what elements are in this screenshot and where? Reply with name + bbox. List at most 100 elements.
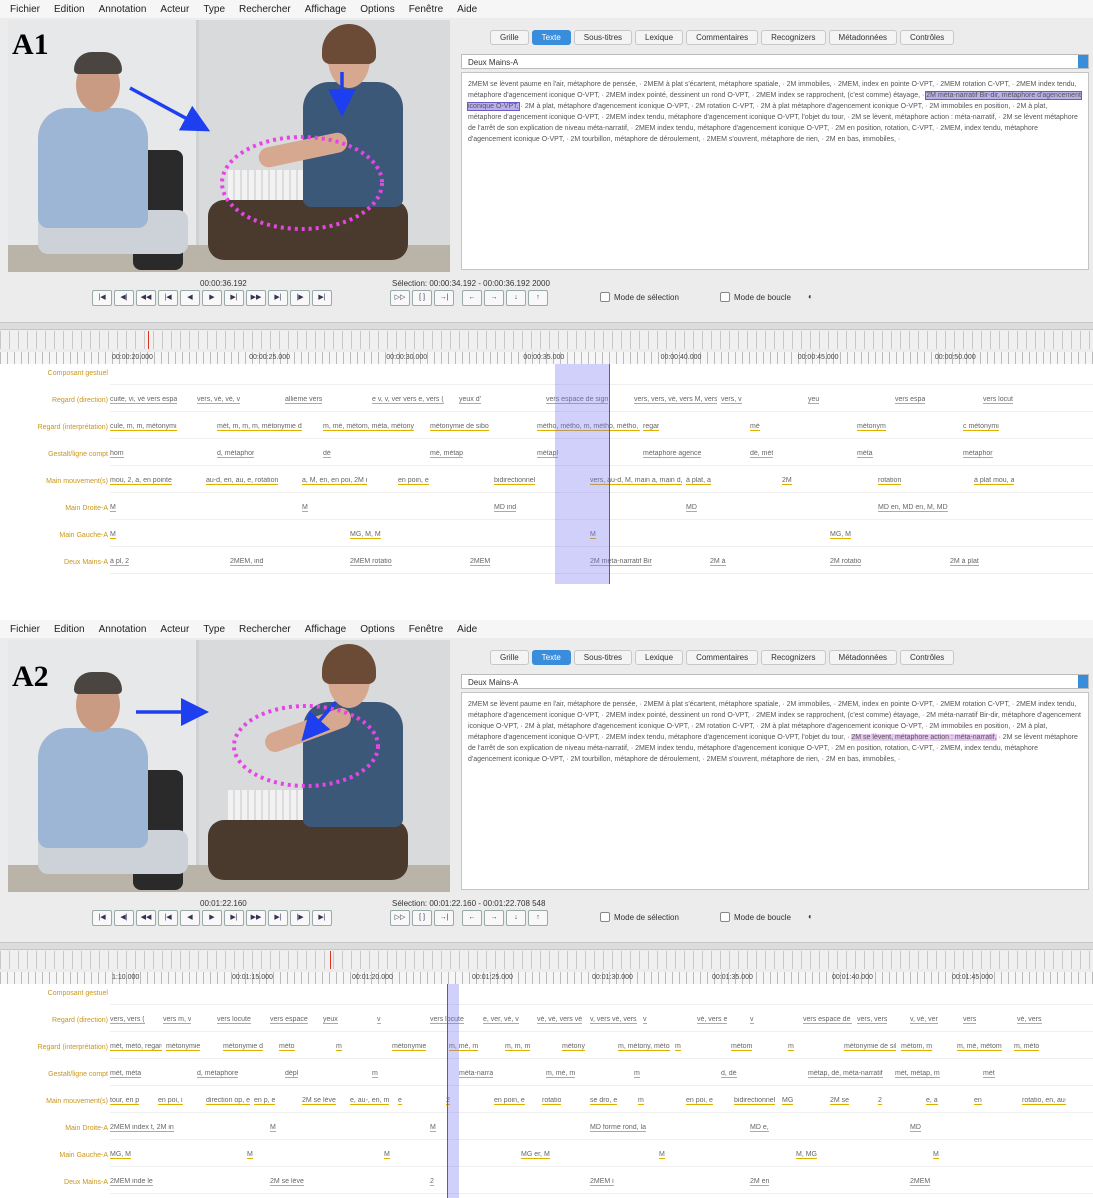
go-selection-button[interactable]: →| [434, 290, 454, 306]
annotation[interactable]: se dro, e [590, 1097, 618, 1105]
annotation[interactable]: 2M à plat [950, 558, 979, 566]
annotation[interactable]: 2MEM [910, 1178, 931, 1186]
menu-annotation[interactable]: Annotation [99, 624, 147, 635]
tab-texte[interactable]: Texte [531, 30, 571, 45]
menu-aide[interactable]: Aide [457, 4, 477, 15]
tab-lexique[interactable]: Lexique [635, 650, 684, 665]
annotation[interactable]: vé, vers [1017, 1016, 1042, 1024]
annotation[interactable]: v [643, 1016, 647, 1024]
annotation[interactable]: mét, m, m, m, métonymie d [217, 423, 302, 431]
annotation[interactable]: vers locut [983, 396, 1013, 404]
annotation[interactable]: mét, métó, regard [110, 1043, 162, 1051]
annotation[interactable]: yeux [323, 1016, 338, 1024]
tier-row[interactable]: mét, méta d, métaphore dépl m méta-narra m, m… [110, 1067, 1093, 1086]
annotation[interactable]: 2M [782, 477, 792, 485]
annotation[interactable]: m [336, 1043, 342, 1051]
annotation[interactable]: métom, m [901, 1043, 933, 1051]
splitter[interactable] [0, 942, 1093, 950]
annotation[interactable]: MD ind [494, 504, 517, 512]
tab-sous-titres[interactable]: Sous-titres [573, 30, 633, 45]
tier-label[interactable]: Main Droite-A [4, 505, 108, 512]
next-second-button[interactable]: ▶| [268, 290, 288, 306]
tier-select[interactable]: Deux Mains-A [461, 54, 1089, 69]
annotation[interactable]: méta-narra [459, 1070, 494, 1078]
annotation[interactable]: 2MEM i [590, 1178, 614, 1186]
tab-recognizers[interactable]: Recognizers [761, 650, 826, 665]
tier-row[interactable]: MG, M M M MG er, M M M, MG M [110, 1148, 1093, 1167]
time-ruler[interactable] [0, 972, 1093, 984]
annotation[interactable]: méta [857, 450, 873, 458]
annotation[interactable]: vers m, v [163, 1016, 192, 1024]
annotation[interactable]: M [110, 504, 116, 512]
annotation[interactable]: métonymie [392, 1043, 427, 1051]
tier-row[interactable]: 2MEM index t, 2M in M M MD forme rond, la MD… [110, 1121, 1093, 1140]
annotation[interactable]: M [247, 1151, 253, 1159]
annotation[interactable]: rotatio [542, 1097, 562, 1105]
annotation[interactable]: e, au-, en, m [350, 1097, 390, 1105]
tier-label[interactable]: Composant gestuel [4, 990, 108, 997]
annotation[interactable]: à pl, 2 [110, 558, 130, 566]
tier-label[interactable]: Composant gestuel [4, 370, 108, 377]
annotation[interactable]: d, métaphore [197, 1070, 239, 1078]
annotation[interactable]: m [788, 1043, 794, 1051]
tab-commentaires[interactable]: Commentaires [686, 650, 759, 665]
annotation[interactable]: méto [279, 1043, 295, 1051]
tier-up-button[interactable]: ↑ [528, 290, 548, 306]
annotation[interactable]: MG er, M [521, 1151, 550, 1159]
annotation[interactable]: en poi, e [686, 1097, 713, 1105]
tier-select[interactable]: Deux Mains-A [461, 674, 1089, 689]
tier-label[interactable]: Regard (direction) [4, 1017, 108, 1024]
menu-rechercher[interactable]: Rechercher [239, 4, 291, 15]
annotation[interactable]: métonymie d [223, 1043, 264, 1051]
annotation[interactable]: vers, v [721, 396, 742, 404]
annotation[interactable]: 2M se [830, 1097, 850, 1105]
annotation[interactable]: regar [643, 423, 660, 431]
annotation[interactable]: mé, métap [430, 450, 464, 458]
tier-label[interactable]: Regard (interprétation) [4, 1044, 108, 1051]
annotation[interactable]: M [270, 1124, 276, 1132]
annotation[interactable]: en poin, e [398, 477, 429, 485]
text-viewer[interactable]: 2MEM se lèvent paume en l'air, métaphore… [461, 72, 1089, 270]
tier-label[interactable]: Gestalt/ligne compt [4, 1071, 108, 1078]
annotation[interactable]: rotation [878, 477, 902, 485]
annotation[interactable]: métonymie de sib [844, 1043, 896, 1051]
volume-icon[interactable]: ◐ [808, 912, 813, 921]
annotation[interactable]: métaphor [963, 450, 993, 458]
annotation[interactable]: vers espace de si [803, 1016, 852, 1024]
annotation[interactable]: c métonymi [963, 423, 999, 431]
tier-label[interactable]: Regard (interprétation) [4, 424, 108, 431]
prev-scroll-button[interactable]: ◀| [114, 290, 134, 306]
annotation[interactable]: MD [686, 504, 697, 512]
next-second-button[interactable]: ▶| [268, 910, 288, 926]
annotation[interactable]: 2M en [750, 1178, 770, 1186]
playhead[interactable] [609, 364, 610, 584]
annotation[interactable]: M [933, 1151, 939, 1159]
tier-label[interactable]: Deux Mains-A [4, 559, 108, 566]
annotation[interactable]: d, dé [721, 1070, 737, 1078]
annotation[interactable]: vers locute [217, 1016, 251, 1024]
volume-icon[interactable]: ◐ [808, 292, 813, 301]
annotation[interactable]: vers espace [270, 1016, 308, 1024]
annotation[interactable]: vers, vé, vé, v [197, 396, 241, 404]
annotation[interactable]: hom [110, 450, 124, 458]
playhead[interactable] [447, 984, 448, 1198]
selection-mode-checkbox[interactable]: Mode de sélection [600, 292, 679, 302]
annotation[interactable]: mét, méta [110, 1070, 142, 1078]
menu-options[interactable]: Options [360, 4, 394, 15]
tab-sous-titres[interactable]: Sous-titres [573, 650, 633, 665]
menu-acteur[interactable]: Acteur [160, 4, 189, 15]
annotation[interactable]: cule, m, m, métonymi [110, 423, 177, 431]
annotation[interactable]: à plat mou, a [974, 477, 1015, 485]
annotation[interactable]: tour, en p [110, 1097, 140, 1105]
annotation[interactable]: a, M, en, en poi, 2M i [302, 477, 368, 485]
time-overview[interactable] [0, 951, 1093, 969]
annotation[interactable]: métony [562, 1043, 585, 1051]
time-overview[interactable] [0, 331, 1093, 349]
annotation[interactable]: à plat, a [686, 477, 711, 485]
tab-commentaires[interactable]: Commentaires [686, 30, 759, 45]
tab-controles[interactable]: Contrôles [900, 650, 955, 665]
annotation[interactable]: MD en, MD en, M, MD [878, 504, 948, 512]
annotation[interactable]: e [398, 1097, 402, 1105]
tier-label[interactable]: Deux Mains-A [4, 1179, 108, 1186]
annotation[interactable]: cuite, vi, vé vers espa [110, 396, 178, 404]
